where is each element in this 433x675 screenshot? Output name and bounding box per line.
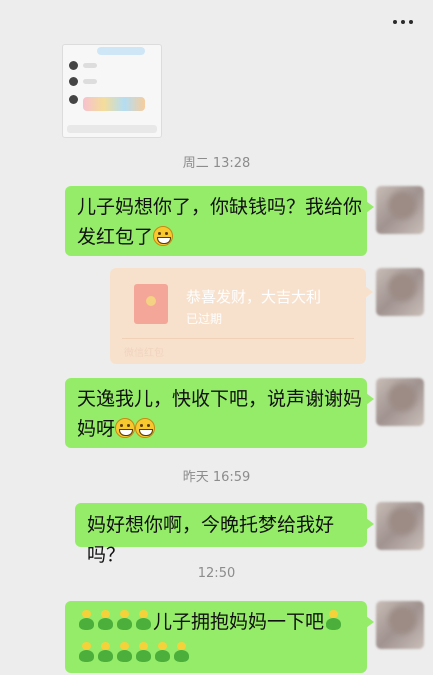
grin-emoji-icon — [115, 418, 136, 438]
avatar[interactable] — [376, 186, 424, 234]
grin-emoji-icon — [153, 226, 174, 246]
timestamp: 周二 13:28 — [182, 156, 251, 171]
timestamp: 昨天 16:59 — [182, 470, 251, 485]
sprout-emoji-icon — [134, 642, 153, 664]
red-packet-status: 已过期 — [186, 312, 223, 326]
sprout-emoji-icon — [134, 610, 153, 632]
sprout-emoji-icon — [115, 610, 134, 632]
message-text: 儿子妈想你了，你缺钱吗？我给你 — [77, 196, 363, 218]
grin-emoji-icon — [135, 418, 156, 438]
sprout-emoji-icon — [153, 642, 172, 664]
message-text: 妈呀 — [77, 418, 116, 440]
message-text: 儿子拥抱妈妈一下吧 — [153, 611, 325, 633]
sprout-emoji-icon — [115, 642, 134, 664]
red-packet-icon — [134, 284, 168, 324]
sprout-emoji-icon — [96, 610, 115, 632]
avatar[interactable] — [376, 378, 424, 426]
message-text: 妈好想你啊，今晚托梦给我好吗？ — [87, 514, 335, 566]
sprout-emoji-icon — [77, 610, 96, 632]
avatar[interactable] — [376, 502, 424, 550]
message-bubble[interactable]: 儿子拥抱妈妈一下吧 — [65, 601, 374, 673]
sprout-emoji-icon — [172, 642, 191, 664]
sprout-emoji-icon — [77, 642, 96, 664]
message-text: 天逸我儿，快收下吧，说声谢谢妈 — [77, 388, 363, 410]
message-bubble[interactable]: 天逸我儿，快收下吧，说声谢谢妈 妈呀 — [65, 378, 374, 448]
red-packet-title: 恭喜发财，大吉大利 — [186, 288, 322, 306]
image-message-thumbnail[interactable] — [62, 44, 162, 138]
more-dots-icon[interactable] — [391, 12, 415, 32]
sprout-emoji-icon — [324, 610, 343, 632]
avatar[interactable] — [376, 601, 424, 649]
avatar[interactable] — [376, 268, 424, 316]
message-bubble[interactable]: 儿子妈想你了，你缺钱吗？我给你 发红包了 — [65, 186, 374, 256]
top-bar — [0, 0, 433, 46]
sprout-emoji-icon — [96, 642, 115, 664]
timestamp: 12:50 — [197, 566, 236, 581]
message-bubble[interactable]: 妈好想你啊，今晚托梦给我好吗？ — [75, 503, 374, 566]
message-text: 发红包了 — [77, 226, 154, 248]
red-packet-footer: 微信红包 — [124, 348, 164, 359]
red-packet-message[interactable]: 恭喜发财，大吉大利 已过期 微信红包 — [110, 268, 373, 364]
